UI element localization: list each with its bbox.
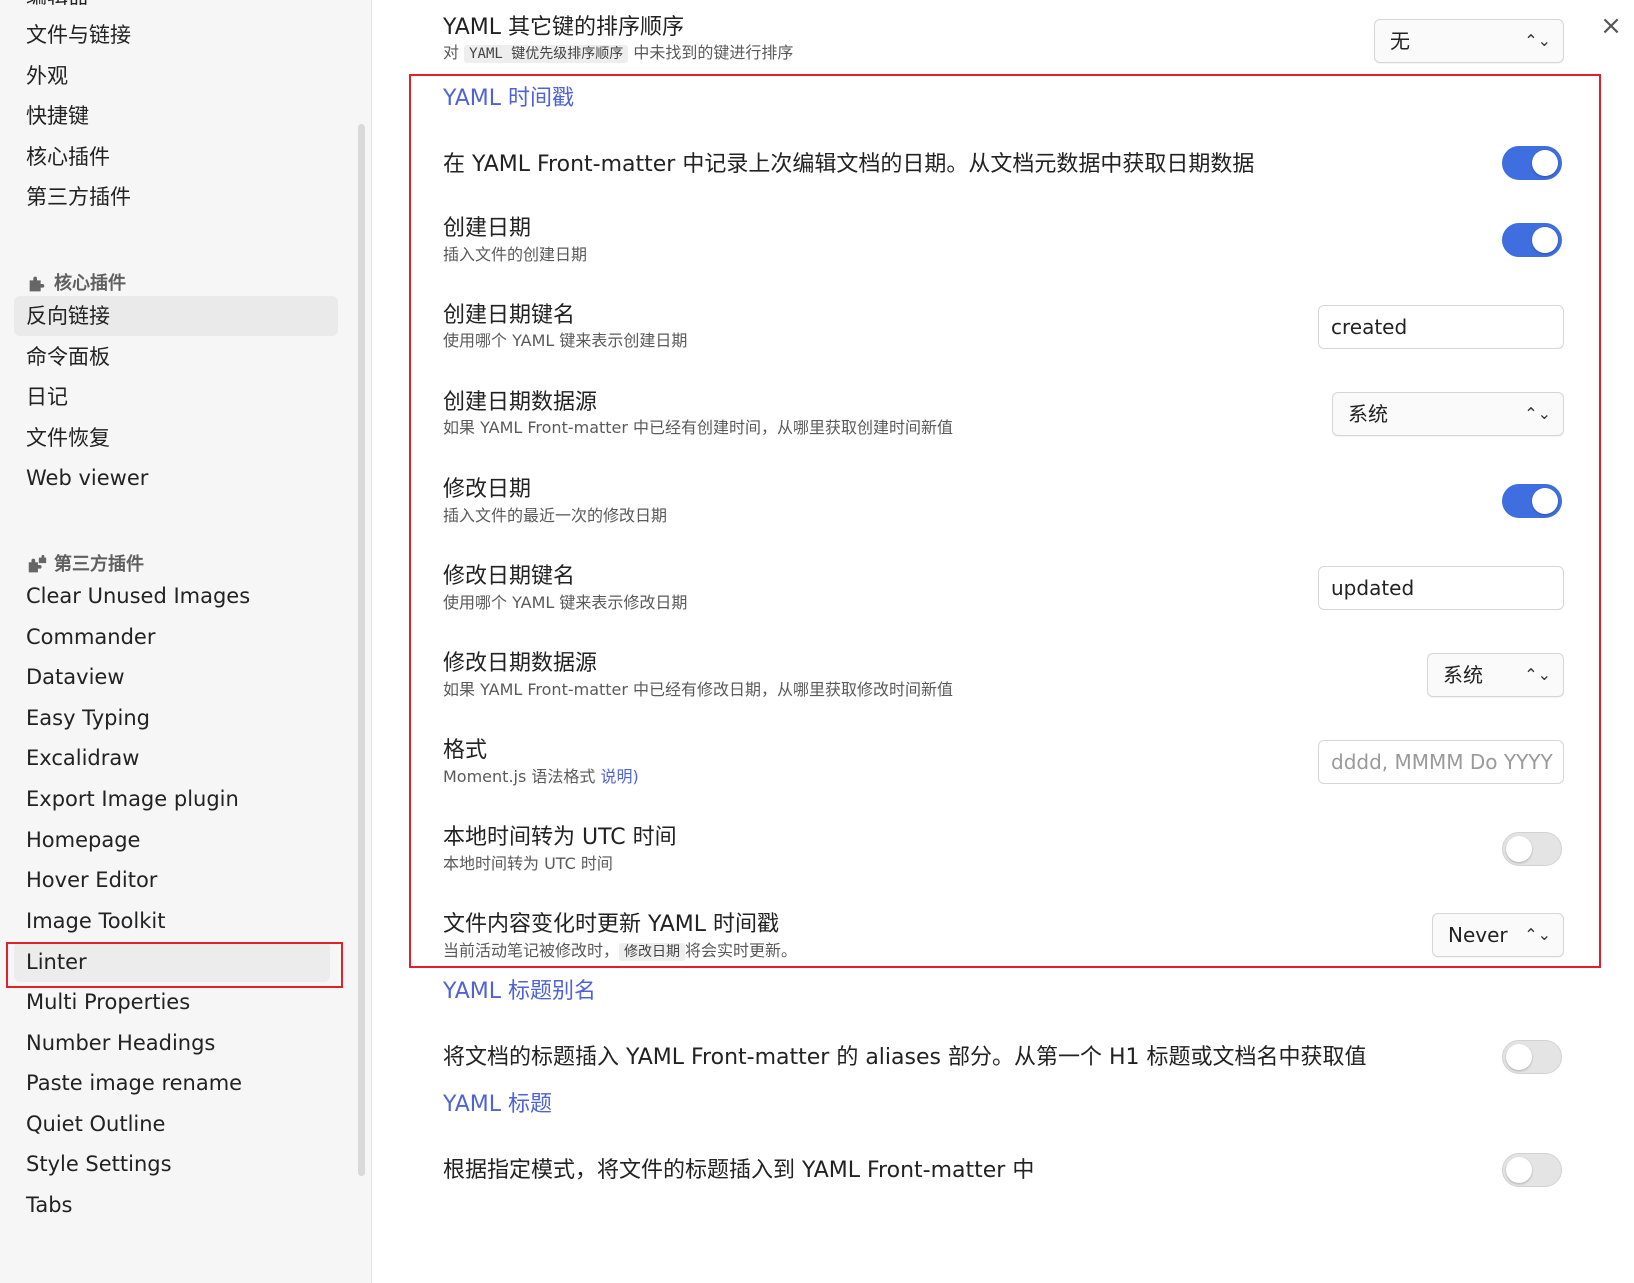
- modified-date-desc: 插入文件的最近一次的修改日期: [443, 506, 668, 525]
- sidebar-item-files-links[interactable]: 文件与链接: [14, 15, 338, 55]
- sort-other-desc-code: YAML 键优先级排序顺序: [464, 45, 629, 63]
- created-key-input[interactable]: created: [1318, 305, 1564, 349]
- toggle-knob: [1506, 1044, 1532, 1070]
- sidebar-item-easy-typing[interactable]: Easy Typing: [14, 698, 338, 738]
- format-input[interactable]: dddd, MMMM Do YYYY: [1318, 740, 1564, 784]
- yaml-alias-heading: YAML 标题别名: [443, 979, 597, 1004]
- sidebar-item-quiet-outline[interactable]: Quiet Outline: [14, 1104, 338, 1144]
- chevron-updown-icon: ⌃⌄: [1524, 404, 1551, 423]
- sidebar-item-core-plugins[interactable]: 核心插件: [14, 137, 338, 177]
- toggle-knob: [1506, 836, 1532, 862]
- format-title: 格式: [443, 738, 488, 763]
- update-on-change-select[interactable]: Never ⌃⌄: [1432, 913, 1564, 957]
- created-key-desc: 使用哪个 YAML 键来表示创建日期: [443, 331, 688, 350]
- update-on-change-desc-post: 将会实时更新。: [685, 941, 798, 960]
- modified-key-title: 修改日期键名: [443, 564, 576, 589]
- sidebar-item-paste-image-rename[interactable]: Paste image rename: [14, 1063, 338, 1103]
- sidebar-scrollbar[interactable]: [358, 124, 365, 1176]
- update-on-change-title: 文件内容变化时更新 YAML 时间戳: [443, 912, 780, 937]
- update-on-change-desc-code: 修改日期: [619, 943, 686, 961]
- chevron-updown-icon: ⌃⌄: [1524, 31, 1551, 50]
- toggle-knob: [1532, 150, 1558, 176]
- modified-source-title: 修改日期数据源: [443, 651, 598, 676]
- modified-source-value: 系统: [1443, 663, 1483, 687]
- sidebar-item-backlinks[interactable]: 反向链接: [14, 296, 338, 336]
- update-on-change-value: Never: [1448, 923, 1508, 947]
- created-date-desc: 插入文件的创建日期: [443, 245, 588, 264]
- sidebar-item-command-palette[interactable]: 命令面板: [14, 337, 338, 377]
- sidebar-item-community-plugins[interactable]: 第三方插件: [14, 177, 338, 217]
- modified-date-toggle[interactable]: [1502, 484, 1562, 518]
- sidebar-item-hover-editor[interactable]: Hover Editor: [14, 860, 338, 900]
- sidebar-item-commander[interactable]: Commander: [14, 617, 338, 657]
- sort-other-select[interactable]: 无 ⌃⌄: [1374, 19, 1564, 63]
- alias-title: 将文档的标题插入 YAML Front-matter 的 aliases 部分。…: [443, 1045, 1367, 1070]
- modified-date-title: 修改日期: [443, 477, 532, 502]
- alias-toggle[interactable]: [1502, 1040, 1562, 1074]
- settings-sidebar: 编辑器 文件与链接 外观 快捷键 核心插件 第三方插件 核心插件 反向链接 命令…: [0, 0, 372, 1283]
- record-edit-toggle[interactable]: [1502, 146, 1562, 180]
- sidebar-item-linter[interactable]: Linter: [14, 942, 330, 982]
- sidebar-item-clear-unused-images[interactable]: Clear Unused Images: [14, 576, 338, 616]
- sort-other-desc-post: 中未找到的键进行排序: [633, 43, 794, 62]
- modified-source-desc: 如果 YAML Front-matter 中已经有修改日期，从哪里获取修改时间新…: [443, 680, 954, 699]
- sidebar-item-number-headings[interactable]: Number Headings: [14, 1023, 338, 1063]
- format-desc: Moment.js 语法格式 说明): [443, 766, 639, 788]
- close-icon[interactable]: ×: [1596, 12, 1626, 42]
- update-on-change-desc: 当前活动笔记被修改时， 修改日期 将会实时更新。: [443, 940, 797, 963]
- core-plugins-header: 核心插件: [26, 269, 126, 299]
- utc-title: 本地时间转为 UTC 时间: [443, 825, 677, 850]
- created-source-value: 系统: [1348, 402, 1388, 426]
- sidebar-item-excalidraw[interactable]: Excalidraw: [14, 738, 338, 778]
- toggle-knob: [1532, 227, 1558, 253]
- created-date-toggle[interactable]: [1502, 223, 1562, 257]
- record-edit-title: 在 YAML Front-matter 中记录上次编辑文档的日期。从文档元数据中…: [443, 152, 1255, 177]
- sidebar-item-homepage[interactable]: Homepage: [14, 820, 338, 860]
- created-key-title: 创建日期键名: [443, 303, 576, 328]
- toggle-knob: [1506, 1157, 1532, 1183]
- created-date-title: 创建日期: [443, 216, 532, 241]
- update-on-change-desc-pre: 当前活动笔记被修改时，: [443, 941, 620, 960]
- sidebar-item-dataview[interactable]: Dataview: [14, 657, 338, 697]
- sort-other-title: YAML 其它键的排序顺序: [443, 15, 685, 40]
- modified-key-input[interactable]: updated: [1318, 566, 1564, 610]
- sidebar-item-image-toolkit[interactable]: Image Toolkit: [14, 901, 338, 941]
- sidebar-item-hotkeys[interactable]: 快捷键: [14, 96, 338, 136]
- created-source-desc: 如果 YAML Front-matter 中已经有创建时间，从哪里获取创建时间新…: [443, 418, 954, 437]
- core-plugins-header-label: 核心插件: [54, 273, 126, 294]
- sidebar-item-tabs[interactable]: Tabs: [14, 1185, 338, 1225]
- puzzle-icon: [29, 276, 45, 292]
- sidebar-item-appearance[interactable]: 外观: [14, 56, 338, 96]
- created-source-select[interactable]: 系统 ⌃⌄: [1332, 392, 1564, 436]
- utc-toggle[interactable]: [1502, 832, 1562, 866]
- sidebar-item-web-viewer[interactable]: Web viewer: [14, 458, 338, 498]
- format-help-link[interactable]: 说明): [601, 767, 639, 786]
- sort-other-desc-pre: 对: [443, 43, 460, 62]
- yaml-title-heading: YAML 标题: [443, 1092, 553, 1117]
- chevron-updown-icon: ⌃⌄: [1524, 665, 1551, 684]
- yaml-timestamp-heading: YAML 时间戳: [443, 86, 575, 111]
- modified-key-desc: 使用哪个 YAML 键来表示修改日期: [443, 593, 688, 612]
- title-insert-toggle[interactable]: [1502, 1153, 1562, 1187]
- modified-source-select[interactable]: 系统 ⌃⌄: [1427, 653, 1564, 697]
- sidebar-item-daily-notes[interactable]: 日记: [14, 377, 338, 417]
- sidebar-item-editor[interactable]: 编辑器: [26, 0, 89, 8]
- sort-other-value: 无: [1390, 29, 1410, 53]
- toggle-knob: [1532, 488, 1558, 514]
- title-insert-title: 根据指定模式，将文件的标题插入到 YAML Front-matter 中: [443, 1158, 1035, 1183]
- sidebar-item-file-recovery[interactable]: 文件恢复: [14, 418, 338, 458]
- format-desc-text: Moment.js 语法格式: [443, 767, 596, 786]
- sidebar-item-export-image[interactable]: Export Image plugin: [14, 779, 338, 819]
- sort-other-desc: 对 YAML 键优先级排序顺序 中未找到的键进行排序: [443, 42, 793, 65]
- puzzle-multi-icon: [28, 554, 47, 573]
- utc-desc: 本地时间转为 UTC 时间: [443, 854, 613, 873]
- chevron-updown-icon: ⌃⌄: [1524, 925, 1551, 944]
- sidebar-item-multi-properties[interactable]: Multi Properties: [14, 982, 338, 1022]
- created-source-title: 创建日期数据源: [443, 390, 598, 415]
- sidebar-item-style-settings[interactable]: Style Settings: [14, 1144, 338, 1184]
